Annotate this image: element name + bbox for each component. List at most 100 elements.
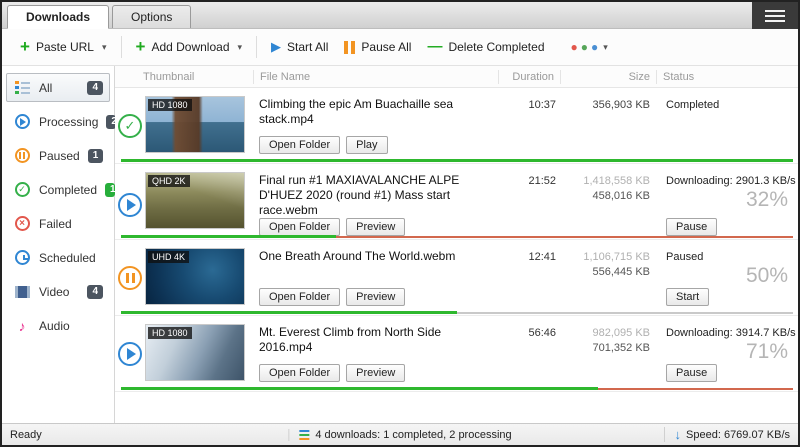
sidebar-item-processing[interactable]: Processing 2: [6, 107, 110, 136]
quality-badge: HD 1080: [148, 327, 192, 339]
delete-completed-label: Delete Completed: [448, 40, 544, 54]
sidebar-item-paused[interactable]: Paused 1: [6, 141, 110, 170]
pause-circle-icon: [13, 148, 31, 163]
pause-button[interactable]: Pause: [666, 218, 717, 236]
chevron-down-icon: ▾: [603, 42, 608, 53]
sidebar-item-completed[interactable]: ✓ Completed 1: [6, 175, 110, 204]
header-thumbnail: Thumbnail: [115, 71, 253, 83]
quality-badge: HD 1080: [148, 99, 192, 111]
size-downloaded: 458,016 KB: [560, 190, 650, 202]
status-text: Downloading: 2901.3 KB/s: [666, 175, 790, 187]
minus-icon: —: [427, 40, 442, 54]
blue-dot-icon: ●: [591, 40, 598, 54]
filter-sidebar: All 4 Processing 2 Paused 1 ✓ Completed …: [2, 66, 115, 423]
preview-button[interactable]: Preview: [346, 218, 405, 236]
sidebar-item-label: Video: [39, 285, 69, 299]
downloading-state-icon: [118, 342, 142, 366]
video-thumbnail[interactable]: HD 1080: [145, 324, 245, 381]
sidebar-item-video[interactable]: Video 4: [6, 277, 110, 306]
video-thumbnail[interactable]: HD 1080: [145, 96, 245, 153]
open-folder-button[interactable]: Open Folder: [259, 136, 340, 154]
count-badge: 1: [105, 183, 115, 197]
play-icon: ▶: [271, 39, 281, 55]
progress-percent: 71%: [746, 340, 788, 364]
pause-all-button[interactable]: Pause All: [336, 35, 419, 59]
size-total: 982,095 KB: [560, 327, 650, 339]
status-bar: Ready 4 downloads: 1 completed, 2 proces…: [2, 423, 798, 445]
status-text: Downloading: 3914.7 KB/s: [666, 327, 790, 339]
duration-value: 12:41: [498, 240, 560, 315]
delete-completed-button[interactable]: — Delete Completed: [419, 35, 552, 59]
quality-badge: UHD 4K: [148, 251, 189, 263]
preview-button[interactable]: Preview: [346, 364, 405, 382]
start-all-button[interactable]: ▶ Start All: [263, 34, 336, 60]
duration-value: 56:46: [498, 316, 560, 391]
start-button[interactable]: Start: [666, 288, 709, 306]
download-row[interactable]: HD 1080 Mt. Everest Climb from North Sid…: [115, 316, 798, 392]
count-badge: 4: [87, 81, 103, 95]
progress-bar: [121, 235, 793, 238]
sidebar-item-all[interactable]: All 4: [6, 73, 110, 102]
progress-bar: [121, 387, 793, 390]
more-options-button[interactable]: ● ● ● ▾: [563, 35, 616, 59]
plus-icon: +: [136, 40, 146, 54]
play-button[interactable]: Play: [346, 136, 387, 154]
paused-state-icon: [118, 266, 142, 290]
progress-percent: 32%: [746, 188, 788, 212]
header-status: Status: [656, 70, 798, 84]
sidebar-item-label: Processing: [39, 115, 98, 129]
table-body: ✓ HD 1080 Climbing the epic Am Buachaill…: [115, 88, 798, 423]
status-text: Completed: [666, 99, 790, 111]
completed-state-icon: ✓: [118, 114, 142, 138]
toolbar: + Paste URL ▾ + Add Download ▾ ▶ Start A…: [2, 29, 798, 66]
add-download-button[interactable]: + Add Download ▾: [128, 35, 251, 59]
duration-value: 10:37: [498, 88, 560, 163]
sidebar-item-scheduled[interactable]: Scheduled: [6, 243, 110, 272]
film-icon: [13, 286, 31, 298]
size-total: 356,903 KB: [560, 99, 650, 111]
chevron-down-icon: ▾: [238, 42, 243, 53]
tab-downloads[interactable]: Downloads: [7, 5, 109, 29]
check-circle-icon: ✓: [13, 182, 31, 197]
video-thumbnail[interactable]: UHD 4K: [145, 248, 245, 305]
sidebar-item-label: Completed: [39, 183, 97, 197]
video-thumbnail[interactable]: QHD 2K: [145, 172, 245, 229]
status-text: Paused: [666, 251, 790, 263]
toolbar-separator: [256, 36, 257, 58]
preview-button[interactable]: Preview: [346, 288, 405, 306]
download-row[interactable]: UHD 4K One Breath Around The World.webm …: [115, 240, 798, 316]
play-circle-icon: [13, 114, 31, 129]
open-folder-button[interactable]: Open Folder: [259, 364, 340, 382]
header-file-name: File Name: [253, 70, 498, 84]
hamburger-menu-button[interactable]: [752, 2, 798, 29]
sidebar-item-audio[interactable]: ♪ Audio: [6, 311, 110, 340]
duration-value: 21:52: [498, 164, 560, 245]
tab-options[interactable]: Options: [112, 5, 191, 28]
size-downloaded: 701,352 KB: [560, 342, 650, 354]
list-icon: [13, 81, 31, 94]
table-header: Thumbnail File Name Duration Size Status: [115, 66, 798, 88]
file-name: Final run #1 MAXIAVALANCHE ALPE D'HUEZ 2…: [259, 173, 490, 218]
downloading-state-icon: [118, 193, 142, 217]
pause-button[interactable]: Pause: [666, 364, 717, 382]
sidebar-item-label: All: [39, 81, 52, 95]
open-folder-button[interactable]: Open Folder: [259, 288, 340, 306]
sidebar-item-failed[interactable]: × Failed: [6, 209, 110, 238]
paste-url-button[interactable]: + Paste URL ▾: [12, 35, 115, 59]
file-name: Mt. Everest Climb from North Side 2016.m…: [259, 325, 490, 355]
clock-icon: [13, 250, 31, 265]
progress-percent: 50%: [746, 264, 788, 288]
file-name: Climbing the epic Am Buachaille sea stac…: [259, 97, 490, 127]
pause-all-label: Pause All: [361, 40, 411, 54]
sidebar-item-label: Failed: [39, 217, 72, 231]
download-row[interactable]: QHD 2K Final run #1 MAXIAVALANCHE ALPE D…: [115, 164, 798, 240]
sidebar-item-label: Audio: [39, 319, 70, 333]
header-duration: Duration: [498, 70, 560, 84]
tab-bar: Downloads Options: [2, 2, 798, 29]
file-name: One Breath Around The World.webm: [259, 249, 490, 264]
count-badge: 1: [88, 149, 103, 163]
size-downloaded: 556,445 KB: [560, 266, 650, 278]
download-row[interactable]: ✓ HD 1080 Climbing the epic Am Buachaill…: [115, 88, 798, 164]
pause-icon: [344, 41, 355, 54]
open-folder-button[interactable]: Open Folder: [259, 218, 340, 236]
